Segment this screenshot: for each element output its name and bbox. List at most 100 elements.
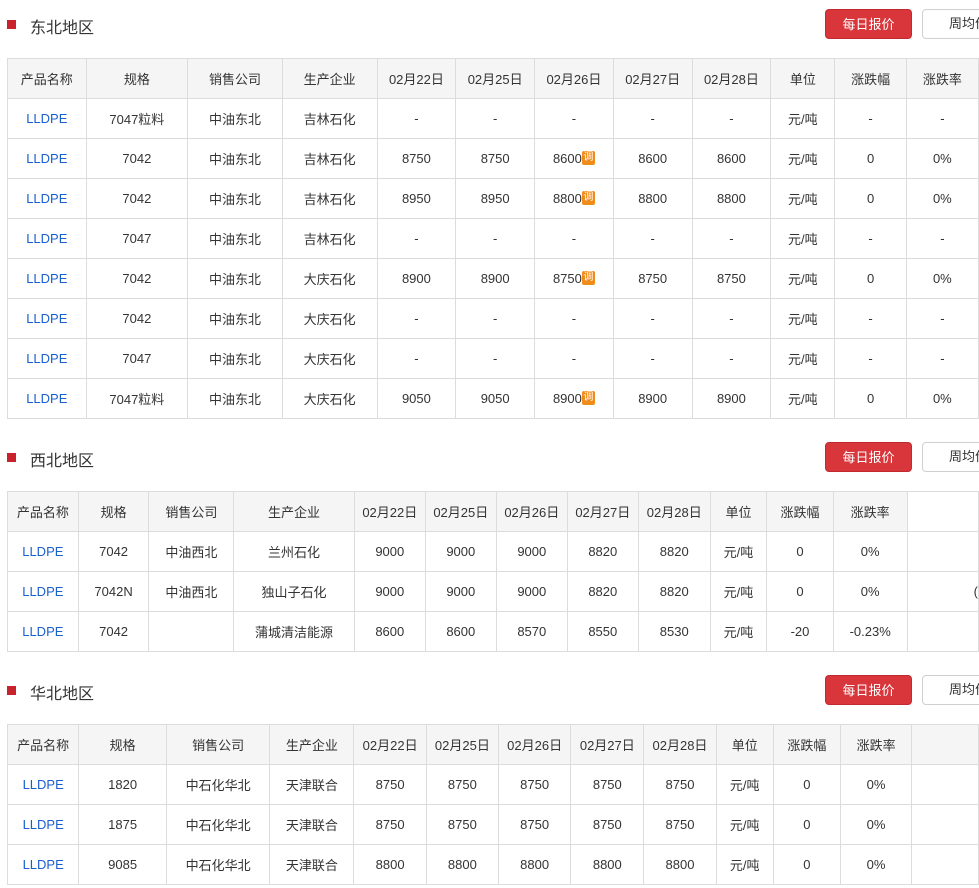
product-cell[interactable]: LLDPE bbox=[6, 764, 80, 805]
product-link[interactable]: LLDPE bbox=[22, 624, 63, 639]
table-row: LLDPE 7042 中油西北 兰州石化 9000 9000 9000 8820… bbox=[7, 531, 979, 572]
product-cell[interactable]: LLDPE bbox=[7, 258, 87, 299]
section-marker bbox=[7, 20, 16, 29]
section-title: 西北地区 bbox=[30, 453, 95, 470]
col-header: 生产企业 bbox=[281, 58, 378, 99]
cell: 8750 bbox=[691, 258, 772, 299]
product-cell[interactable]: LLDPE bbox=[6, 804, 80, 845]
daily-quote-button[interactable]: 每日报价 bbox=[825, 442, 912, 472]
section-title: 东北地区 bbox=[30, 20, 95, 37]
daily-quote-button[interactable]: 每日报价 bbox=[825, 9, 912, 39]
col-header: 销售公司 bbox=[187, 58, 283, 99]
product-link[interactable]: LLDPE bbox=[26, 351, 67, 366]
cell: 元/吨 bbox=[770, 98, 836, 139]
table-row: LLDPE 7047粒料 中油东北 大庆石化 9050 9050 8900 调 8… bbox=[7, 378, 979, 419]
cell: -20 bbox=[766, 611, 834, 652]
cell-extra bbox=[906, 611, 979, 652]
cell: 8950 bbox=[376, 178, 457, 219]
cell: 8750 bbox=[643, 804, 717, 845]
col-header: 02月25日 bbox=[424, 491, 497, 532]
cell: 9050 bbox=[376, 378, 457, 419]
col-header: 02月26日 bbox=[534, 58, 614, 99]
col-header: 销售公司 bbox=[148, 491, 235, 532]
cell: 8600 bbox=[424, 611, 497, 652]
cell: 0% bbox=[905, 138, 979, 179]
product-link[interactable]: LLDPE bbox=[26, 231, 67, 246]
product-link[interactable]: LLDPE bbox=[26, 191, 67, 206]
cell: - bbox=[455, 98, 536, 139]
product-link[interactable]: LLDPE bbox=[26, 391, 67, 406]
product-cell[interactable]: LLDPE bbox=[7, 178, 87, 219]
product-link[interactable]: LLDPE bbox=[26, 151, 67, 166]
daily-quote-button[interactable]: 每日报价 bbox=[825, 675, 912, 705]
table-header-row: 产品名称 规格 销售公司 生产企业 02月22日 02月25日 02月26日 0… bbox=[6, 724, 979, 765]
product-cell[interactable]: LLDPE bbox=[7, 298, 87, 339]
cell: 0% bbox=[905, 378, 979, 419]
adjust-badge-icon: 调 bbox=[581, 391, 595, 405]
product-link[interactable]: LLDPE bbox=[23, 777, 64, 792]
cell-value: 8750 bbox=[552, 271, 582, 286]
product-link[interactable]: LLDPE bbox=[22, 544, 63, 559]
cell: 8950 bbox=[455, 178, 536, 219]
product-cell[interactable]: LLDPE bbox=[7, 98, 87, 139]
product-cell[interactable]: LLDPE bbox=[7, 138, 87, 179]
product-cell[interactable]: LLDPE bbox=[7, 531, 79, 572]
product-cell[interactable]: LLDPE bbox=[7, 218, 87, 259]
cell: 中石化华北 bbox=[165, 844, 271, 885]
cell-extra bbox=[911, 844, 979, 885]
product-link[interactable]: LLDPE bbox=[22, 584, 63, 599]
product-cell[interactable]: LLDPE bbox=[7, 378, 87, 419]
col-header: 单位 bbox=[709, 491, 768, 532]
section-title: 华北地区 bbox=[30, 686, 95, 703]
cell: 8900 bbox=[612, 378, 693, 419]
weekly-average-button[interactable]: 周均价 bbox=[922, 9, 979, 39]
cell: - bbox=[691, 298, 772, 339]
col-header: 单位 bbox=[715, 724, 774, 765]
product-cell[interactable]: LLDPE bbox=[7, 611, 79, 652]
cell: 天津联合 bbox=[269, 804, 355, 845]
cell: 吉林石化 bbox=[281, 178, 378, 219]
cell: 9000 bbox=[353, 571, 426, 612]
cell: 7042 bbox=[85, 258, 189, 299]
table-header-row: 产品名称 规格 销售公司 生产企业 02月22日 02月25日 02月26日 0… bbox=[7, 58, 979, 99]
product-link[interactable]: LLDPE bbox=[23, 817, 64, 832]
table-row: LLDPE 7042 中油东北 大庆石化 8900 8900 8750 调 875… bbox=[7, 258, 979, 299]
cell: - bbox=[534, 338, 614, 379]
cell: 8900 bbox=[376, 258, 457, 299]
product-cell[interactable]: LLDPE bbox=[6, 844, 80, 885]
product-link[interactable]: LLDPE bbox=[26, 311, 67, 326]
cell: 元/吨 bbox=[770, 338, 836, 379]
cell: 蒲城清洁能源 bbox=[233, 611, 355, 652]
product-cell[interactable]: LLDPE bbox=[7, 571, 79, 612]
weekly-average-button[interactable]: 周均价 bbox=[922, 442, 979, 472]
cell: 8550 bbox=[566, 611, 639, 652]
cell: - bbox=[905, 298, 979, 339]
col-header: 产品名称 bbox=[7, 491, 79, 532]
cell: 兰州石化 bbox=[233, 531, 355, 572]
product-link[interactable]: LLDPE bbox=[26, 271, 67, 286]
table-row: LLDPE 7047粒料 中油东北 吉林石化 - - - - - 元/吨 - - bbox=[7, 98, 979, 139]
cell: 8600 bbox=[353, 611, 426, 652]
cell: 8600 bbox=[691, 138, 772, 179]
cell: 7047 bbox=[85, 338, 189, 379]
cell-extra bbox=[906, 531, 979, 572]
cell: 0 bbox=[772, 844, 842, 885]
product-cell[interactable]: LLDPE bbox=[7, 338, 87, 379]
cell: 7042 bbox=[85, 298, 189, 339]
product-link[interactable]: LLDPE bbox=[23, 857, 64, 872]
cell: - bbox=[612, 338, 693, 379]
section-header: 西北地区 每日报价 周均价 bbox=[0, 435, 979, 475]
product-link[interactable]: LLDPE bbox=[26, 111, 67, 126]
cell: 8750 bbox=[353, 764, 427, 805]
col-header: 规格 bbox=[78, 724, 167, 765]
cell: 大庆石化 bbox=[281, 298, 378, 339]
cell: 8750 bbox=[497, 804, 572, 845]
cell: - bbox=[534, 298, 614, 339]
cell: 7047粒料 bbox=[85, 98, 189, 139]
cell: - bbox=[691, 218, 772, 259]
cell: 0 bbox=[834, 178, 907, 219]
cell: 0% bbox=[905, 178, 979, 219]
col-header-extra bbox=[906, 491, 979, 532]
weekly-average-button[interactable]: 周均价 bbox=[922, 675, 979, 705]
cell: 8900 bbox=[455, 258, 536, 299]
